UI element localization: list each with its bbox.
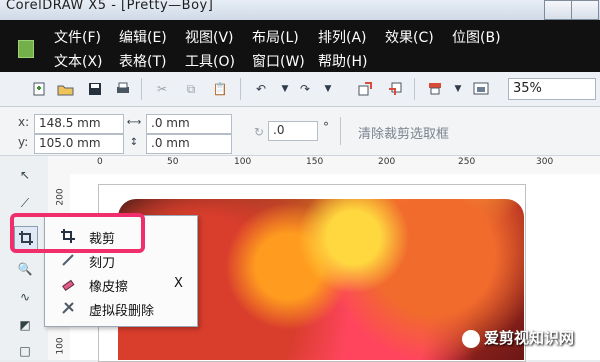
standard-toolbar: ✂ ⧉ 📋 ↶ ▼ ↷ ▼ ▼ 35% <box>0 72 600 107</box>
undo-dropdown-icon[interactable]: ▼ <box>274 78 296 100</box>
menu-window[interactable]: 窗口(W) <box>252 51 305 71</box>
width-value: .0 mm <box>151 116 190 130</box>
title-bar: CorelDRAW X5 - [Pretty—Boy] <box>0 0 600 21</box>
height-field[interactable]: .0 mm <box>146 134 232 154</box>
print-icon[interactable] <box>112 78 134 100</box>
menu-bar: 文件(F) 编辑(E) 视图(V) 布局(L) 排列(A) 效果(C) 位图(B… <box>0 20 600 72</box>
height-icon: ↕ <box>129 136 139 148</box>
minimize-button[interactable] <box>544 0 572 20</box>
window-title: CorelDRAW X5 - [Pretty—Boy] <box>6 0 214 13</box>
ruler-mark-200-vertical: 200 <box>55 188 66 206</box>
maximize-button[interactable] <box>571 0 599 20</box>
toolbar-separator <box>414 78 415 100</box>
toolbar-separator <box>141 78 142 100</box>
rotation-icon: ↻ <box>253 125 265 139</box>
rotation-field[interactable]: .0 <box>268 121 318 141</box>
crop-highlight-box <box>10 213 145 253</box>
width-icon: ⟷ <box>126 116 142 128</box>
ruler-mark-200: 200 <box>378 157 396 167</box>
ruler-mark-250: 250 <box>458 157 476 167</box>
open-folder-icon[interactable] <box>55 78 77 100</box>
menu-view[interactable]: 视图(V) <box>185 27 234 47</box>
clear-crop-marquee-button[interactable]: 清除裁剪选取框 <box>358 123 449 142</box>
menu-file[interactable]: 文件(F) <box>54 27 101 47</box>
height-value: .0 mm <box>151 136 190 150</box>
x-position-field[interactable]: 148.5 mm <box>34 114 124 134</box>
redo-icon[interactable]: ↷ <box>294 78 316 100</box>
undo-icon[interactable]: ↶ <box>250 78 272 100</box>
zoom-level-value: 35% <box>513 81 542 96</box>
save-icon[interactable] <box>84 78 106 100</box>
ruler-mark-150: 150 <box>306 157 324 167</box>
watermark-text: 爱剪视知识网 <box>484 329 575 347</box>
cut-icon[interactable]: ✂ <box>151 78 173 100</box>
zoom-level-field[interactable]: 35% <box>508 78 596 100</box>
x-position-label: x: <box>18 115 30 129</box>
coreldraw-app-icon[interactable] <box>18 40 34 58</box>
eraser-shortcut: X <box>174 276 183 291</box>
ruler-mark-50: 50 <box>167 157 179 167</box>
menu-table[interactable]: 表格(T) <box>119 51 166 71</box>
width-field[interactable]: .0 mm <box>146 114 232 134</box>
shape-tool-icon[interactable]: ⟋ <box>14 192 36 214</box>
flyout-eraser-label: 橡皮擦 <box>89 280 129 295</box>
toolbar-separator <box>240 78 241 100</box>
paste-icon[interactable]: 📋 <box>209 78 231 100</box>
smart-fill-icon[interactable]: ◩ <box>14 314 36 336</box>
app-launcher-dropdown-icon[interactable]: ▼ <box>447 78 469 100</box>
menu-tools[interactable]: 工具(O) <box>185 51 235 71</box>
menu-effects[interactable]: 效果(C) <box>385 27 434 47</box>
import-icon[interactable] <box>354 78 376 100</box>
menu-layout[interactable]: 布局(L) <box>252 27 299 47</box>
flyout-virtual-segment-delete-label: 虚拟段删除 <box>89 304 155 319</box>
flyout-item-knife[interactable]: 刻刀 <box>55 251 195 271</box>
ruler-mark-0: 0 <box>97 157 103 167</box>
ruler-mark-300: 300 <box>536 157 554 167</box>
flyout-item-virtual-segment-delete[interactable]: 虚拟段删除 <box>55 299 195 319</box>
flyout-knife-label: 刻刀 <box>89 256 116 271</box>
app-launcher-icon[interactable] <box>424 78 446 100</box>
copy-icon[interactable]: ⧉ <box>180 78 202 100</box>
zoom-tool-icon[interactable]: 🔍 <box>14 258 36 280</box>
flyout-item-eraser[interactable]: 橡皮擦 X <box>55 275 195 295</box>
menu-text[interactable]: 文本(X) <box>54 51 103 71</box>
menu-help[interactable]: 帮助(H) <box>318 51 367 71</box>
welcome-screen-icon[interactable] <box>470 78 492 100</box>
freehand-tool-icon[interactable]: ∿ <box>14 286 36 308</box>
knife-icon <box>61 253 75 267</box>
y-position-value: 105.0 mm <box>39 136 101 150</box>
menu-edit[interactable]: 编辑(E) <box>119 27 167 47</box>
watermark-logo-icon <box>462 330 480 348</box>
rotation-value: .0 <box>273 123 285 137</box>
rectangle-tool-icon[interactable]: □ <box>14 340 36 362</box>
new-file-icon[interactable] <box>28 78 50 100</box>
y-position-label: y: <box>18 135 29 149</box>
x-position-value: 148.5 mm <box>39 116 101 130</box>
export-icon[interactable] <box>384 78 406 100</box>
property-bar: x: 148.5 mm y: 105.0 mm ⟷ .0 mm ↕ .0 mm … <box>0 107 600 156</box>
menu-bitmaps[interactable]: 位图(B) <box>452 27 501 47</box>
eraser-icon <box>61 277 75 292</box>
pick-tool-icon[interactable]: ↖ <box>14 164 36 186</box>
menu-arrange[interactable]: 排列(A) <box>318 27 367 47</box>
redo-dropdown-icon[interactable]: ▼ <box>317 78 339 100</box>
y-position-field[interactable]: 105.0 mm <box>34 134 124 154</box>
ruler-mark-100: 100 <box>234 157 252 167</box>
ruler-mark-100-vertical: 100 <box>55 337 66 355</box>
property-separator <box>340 117 341 145</box>
horizontal-ruler: 0 50 100 150 200 250 300 <box>48 156 600 175</box>
toolbox: ↖ ⟋ 🔍 ∿ ◩ □ <box>0 156 49 360</box>
virtual-segment-delete-icon <box>61 301 75 315</box>
degree-symbol: ° <box>323 120 329 134</box>
